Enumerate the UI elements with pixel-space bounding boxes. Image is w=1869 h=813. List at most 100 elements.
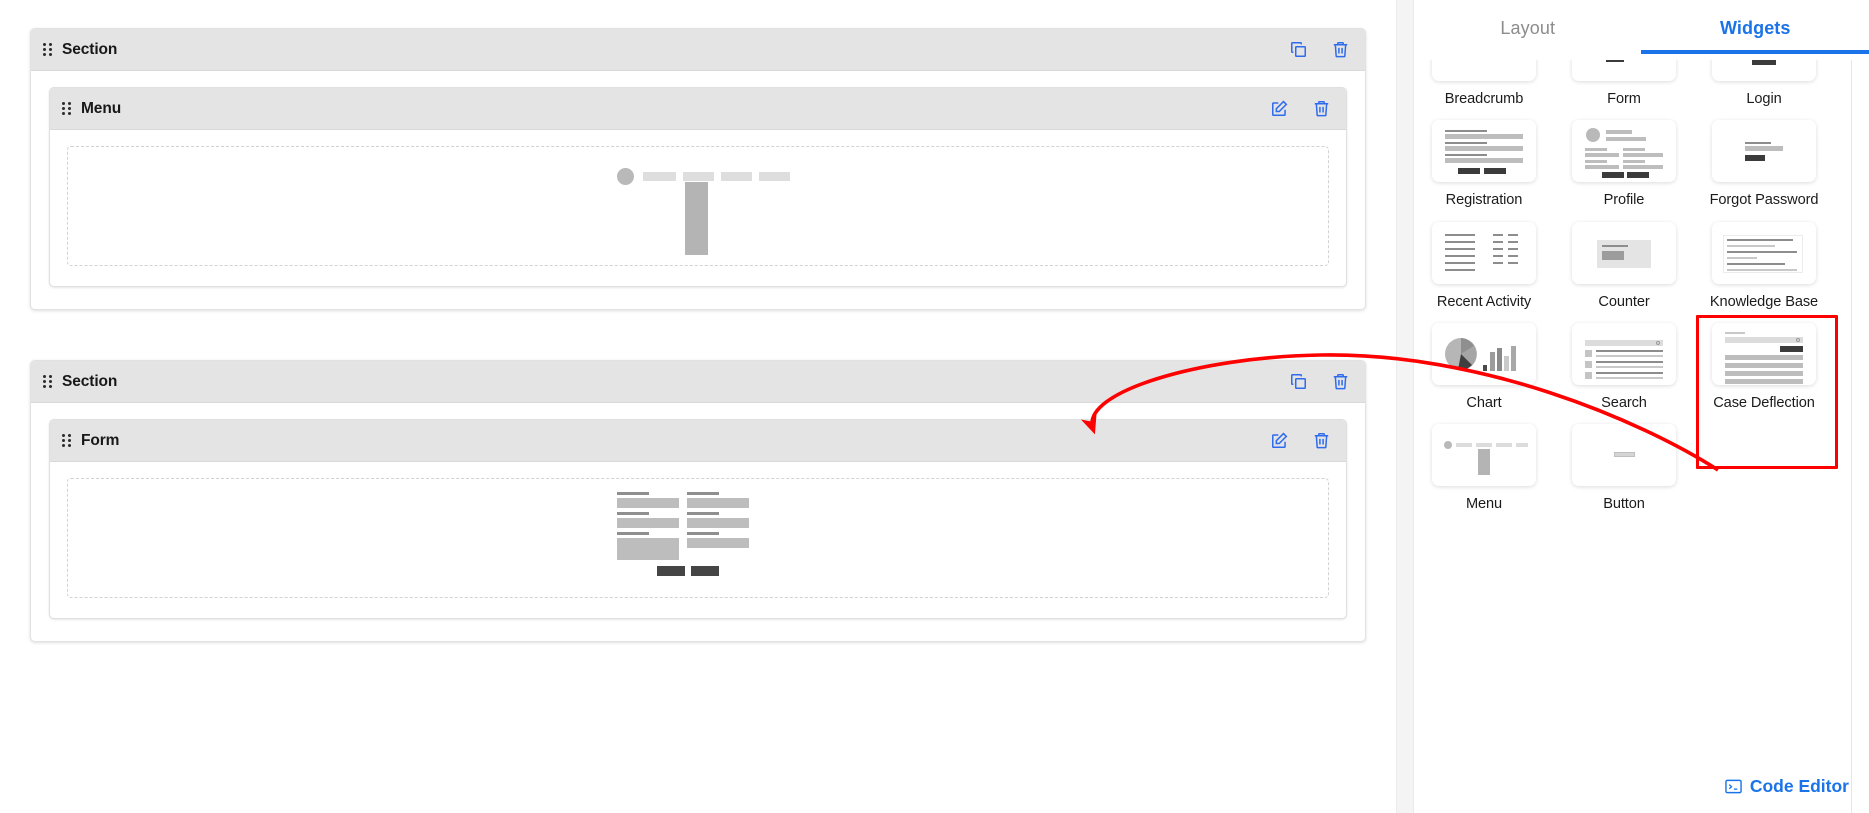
- code-editor-label: Code Editor: [1749, 776, 1849, 796]
- section-header[interactable]: Section: [31, 361, 1365, 403]
- field-placeholder: [686, 538, 749, 548]
- tab-layout[interactable]: Layout: [1414, 0, 1642, 60]
- widget-header-actions: [1268, 430, 1332, 452]
- edit-icon[interactable]: [1268, 98, 1290, 120]
- button-thumb-icon: [1572, 424, 1676, 486]
- widget-item-search[interactable]: Search: [1554, 312, 1694, 413]
- menu-item-placeholder: [683, 172, 714, 181]
- widget-item-registration[interactable]: Registration: [1414, 109, 1554, 210]
- delete-icon[interactable]: [1329, 371, 1351, 393]
- widget-label: Button: [1603, 496, 1645, 512]
- forgot-password-thumb-icon: [1712, 120, 1816, 183]
- chart-thumb-icon: [1432, 322, 1536, 385]
- page-builder: Section Menu Section Form Layout Widgets…: [0, 0, 1869, 813]
- section-body: Form: [31, 403, 1365, 641]
- widget-body: [50, 462, 1346, 618]
- widget-label: Breadcrumb: [1444, 91, 1524, 107]
- menu-item-placeholder: [759, 172, 790, 181]
- widget-item-button[interactable]: Button: [1554, 413, 1694, 514]
- delete-icon[interactable]: [1310, 98, 1332, 120]
- field-placeholder: [616, 498, 679, 508]
- widget-label: Chart: [1466, 394, 1502, 411]
- widget-label: Form: [1607, 91, 1641, 107]
- widget-label: Menu: [1465, 496, 1503, 512]
- builder-canvas: Section Menu Section Form: [0, 0, 1396, 813]
- widget-dropzone[interactable]: [67, 146, 1329, 266]
- widget-label: Registration: [1445, 192, 1523, 209]
- section-title: Section: [62, 40, 118, 58]
- widget-label: Profile: [1603, 192, 1645, 209]
- widget-label: Search: [1601, 394, 1647, 411]
- edit-icon[interactable]: [1268, 430, 1290, 452]
- widget-card-menu: Menu: [49, 87, 1347, 287]
- widget-dropzone[interactable]: [67, 478, 1329, 598]
- menu-item-placeholder: [643, 172, 676, 181]
- widget-header[interactable]: Menu: [50, 88, 1346, 130]
- widget-label: Counter: [1598, 293, 1650, 310]
- code-editor-link[interactable]: Code Editor: [1725, 776, 1849, 797]
- widget-item-case-deflection[interactable]: Case Deflection: [1694, 312, 1838, 470]
- widget-item-forgot-password[interactable]: Forgot Password: [1694, 109, 1834, 210]
- tabs-active-indicator: [1641, 50, 1869, 54]
- widget-header-actions: [1268, 98, 1332, 120]
- widget-card-form: Form: [49, 419, 1347, 619]
- panel-right-divider: [1851, 0, 1852, 813]
- field-label-placeholder: [686, 492, 719, 495]
- avatar-placeholder: [617, 168, 634, 185]
- dropdown-placeholder: [685, 182, 708, 255]
- widget-item-recent-activity[interactable]: Recent Activity: [1414, 211, 1554, 312]
- textarea-placeholder: [616, 538, 679, 560]
- section-header-actions: [1287, 39, 1351, 61]
- widget-label: Knowledge Base: [1709, 293, 1819, 310]
- drag-handle-icon[interactable]: [62, 433, 72, 449]
- field-placeholder: [686, 518, 749, 528]
- widget-label: Forgot Password: [1709, 192, 1819, 209]
- drag-handle-icon[interactable]: [43, 374, 53, 390]
- field-label-placeholder: [686, 512, 719, 515]
- section-body: Menu: [31, 71, 1365, 309]
- cancel-button-placeholder: [690, 566, 719, 576]
- section-card: Section: [30, 28, 1366, 310]
- field-placeholder: [686, 498, 749, 508]
- field-placeholder: [616, 518, 679, 528]
- widget-title: Form: [81, 431, 120, 449]
- drag-handle-icon[interactable]: [43, 42, 53, 58]
- widget-label: Case Deflection: [1713, 394, 1815, 411]
- field-label-placeholder: [616, 512, 649, 515]
- widget-header[interactable]: Form: [50, 420, 1346, 462]
- submit-button-placeholder: [656, 566, 685, 576]
- widget-item-menu[interactable]: Menu: [1414, 413, 1554, 514]
- menu-thumb-icon: [1432, 424, 1536, 486]
- delete-icon[interactable]: [1310, 430, 1332, 452]
- field-label-placeholder: [616, 492, 649, 495]
- profile-thumb-icon: [1572, 120, 1676, 183]
- counter-thumb-icon: [1572, 221, 1676, 284]
- widget-title: Menu: [81, 99, 122, 117]
- widget-label: Recent Activity: [1436, 293, 1532, 310]
- widget-item-counter[interactable]: Counter: [1554, 211, 1694, 312]
- widget-item-knowledge-base[interactable]: Knowledge Base: [1694, 211, 1834, 312]
- widget-item-chart[interactable]: Chart: [1414, 312, 1554, 413]
- recent-activity-thumb-icon: [1432, 221, 1536, 284]
- registration-thumb-icon: [1432, 120, 1536, 183]
- widgets-panel: Layout Widgets Breadcrumb Form Login Reg…: [1414, 0, 1869, 813]
- section-title: Section: [62, 372, 118, 390]
- section-header[interactable]: Section: [31, 29, 1365, 71]
- widget-body: [50, 130, 1346, 286]
- section-card: Section: [30, 360, 1366, 642]
- case-deflection-thumb-icon: [1712, 322, 1816, 385]
- menu-skeleton-preview: [617, 156, 790, 256]
- delete-icon[interactable]: [1329, 39, 1351, 61]
- widget-list: Breadcrumb Form Login Registration Profi…: [1414, 19, 1838, 514]
- terminal-icon: [1725, 779, 1742, 794]
- field-label-placeholder: [616, 532, 649, 535]
- widget-item-profile[interactable]: Profile: [1554, 109, 1694, 210]
- panel-gap-divider: [1396, 0, 1414, 813]
- duplicate-icon[interactable]: [1287, 371, 1309, 393]
- duplicate-icon[interactable]: [1287, 39, 1309, 61]
- widget-label: Login: [1746, 91, 1782, 107]
- menu-item-placeholder: [721, 172, 752, 181]
- drag-handle-icon[interactable]: [62, 101, 72, 117]
- field-label-placeholder: [686, 532, 719, 535]
- form-skeleton-preview: [616, 488, 780, 588]
